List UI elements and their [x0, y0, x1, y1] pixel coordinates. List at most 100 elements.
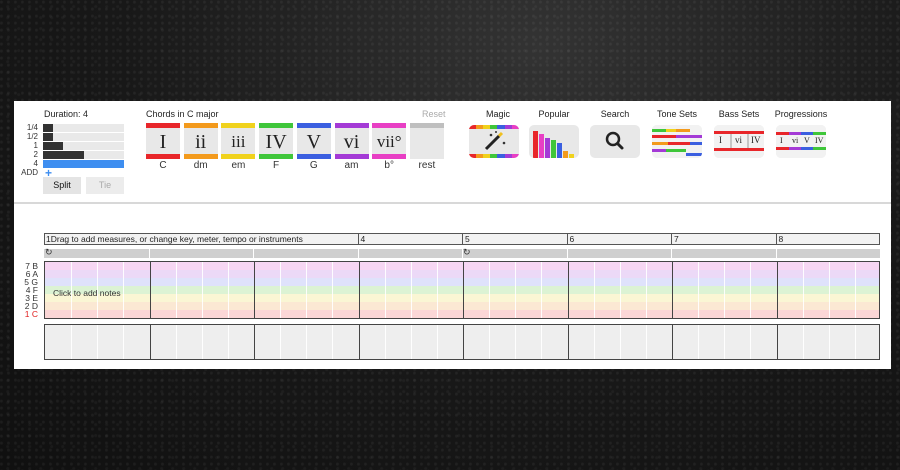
measure-cell[interactable]: 8	[775, 234, 882, 244]
duration-option[interactable]: 1/4	[14, 123, 124, 132]
beat-line	[593, 262, 595, 318]
chord-stripe-top	[221, 123, 256, 128]
beat-line	[854, 325, 856, 359]
chord-numeral: ii	[195, 131, 207, 153]
chord-name: b°	[384, 160, 394, 171]
beat-line	[201, 325, 203, 359]
duration-title: Duration: 4	[44, 109, 89, 119]
beat-line	[410, 325, 412, 359]
loop-divider	[253, 249, 254, 258]
magic-label: Magic	[485, 109, 510, 119]
note-lane[interactable]	[45, 286, 879, 294]
loop-bar[interactable]: ↻ ↻	[44, 247, 880, 258]
split-button[interactable]: Split	[43, 177, 81, 194]
beat-line	[854, 262, 856, 318]
beat-line	[724, 262, 726, 318]
composer-panel: Duration: 4 1/4 1/2 1 2 4 ADD + Split Tie Chor…	[14, 101, 891, 369]
duration-option[interactable]: 1	[14, 141, 124, 150]
chord-button[interactable]: IV	[259, 123, 294, 159]
chord-button[interactable]	[409, 123, 444, 159]
measure-cell[interactable]: 4	[357, 234, 464, 244]
tone-sets-button[interactable]	[652, 125, 702, 158]
beat-line	[515, 325, 517, 359]
toolbar-divider	[14, 202, 891, 204]
beat-line	[332, 325, 334, 359]
chord-name: G	[309, 160, 318, 171]
bass-sets-label: Bass Sets	[718, 109, 760, 119]
note-lane[interactable]	[45, 302, 879, 310]
measure-cell[interactable]: 7	[671, 234, 777, 244]
chords-title: Chords in C major	[146, 109, 219, 119]
chord-button[interactable]: ii	[183, 123, 218, 159]
chord-button[interactable]: iii	[221, 123, 256, 159]
note-lane[interactable]	[45, 294, 879, 302]
chord-stripe-top	[259, 123, 294, 128]
bass-sets-button[interactable]: I vi IV	[714, 125, 764, 158]
chord-button[interactable]: I	[146, 123, 180, 159]
measure-cell[interactable]: 1Drag to add measures, or change key, me…	[44, 234, 358, 244]
note-label: 1 C	[24, 309, 38, 319]
chord-name: am	[344, 160, 359, 171]
loop-divider	[775, 249, 777, 258]
loop-divider	[357, 249, 359, 258]
beat-line	[724, 325, 726, 359]
beat-line	[123, 262, 125, 318]
beat-line	[227, 262, 229, 318]
magic-button[interactable]	[469, 125, 519, 158]
beat-line	[175, 325, 177, 359]
progressions-button[interactable]: I vi V IV	[776, 125, 826, 158]
reset-button[interactable]: Reset	[422, 109, 446, 119]
beat-line	[750, 262, 752, 318]
loop-icon[interactable]: ↻	[463, 247, 471, 258]
measure-cell[interactable]: 5	[462, 234, 568, 244]
note-lane[interactable]	[45, 278, 879, 286]
beat-line	[828, 262, 830, 318]
popular-button[interactable]	[529, 125, 579, 158]
progressions-label: Progressions	[774, 109, 828, 119]
duration-option[interactable]: 1/2	[14, 132, 124, 141]
prog-preview-2: vi	[792, 136, 799, 145]
measure-line	[776, 262, 778, 318]
note-lane[interactable]	[45, 310, 879, 318]
measure-line	[149, 262, 151, 318]
chord-name: dm	[193, 160, 208, 171]
beat-line	[802, 262, 804, 318]
search-button[interactable]	[590, 125, 640, 158]
measure-header[interactable]: 1Drag to add measures, or change key, me…	[44, 233, 880, 245]
measure-line	[149, 325, 151, 359]
beat-line	[541, 262, 543, 318]
bar-chart-icon	[533, 131, 574, 158]
note-lane[interactable]	[45, 262, 879, 270]
duration-option[interactable]: ADD +	[14, 166, 124, 180]
bass-track[interactable]	[44, 324, 880, 360]
chord-numeral: vi	[343, 131, 360, 153]
click-to-add-hint: Click to add notes	[53, 288, 121, 298]
loop-icon[interactable]: ↻	[45, 247, 53, 258]
beat-line	[619, 325, 621, 359]
beat-line	[541, 325, 543, 359]
note-lane[interactable]	[45, 270, 879, 278]
loop-divider	[148, 249, 150, 258]
beat-line	[828, 325, 830, 359]
chord-stripe-top	[334, 123, 369, 128]
chord-stripe-top	[372, 123, 407, 128]
beat-line	[332, 262, 334, 318]
chord-stripe-top	[183, 123, 218, 128]
loop-divider	[462, 249, 463, 258]
duration-option[interactable]: 4	[14, 159, 124, 168]
prog-preview-4: IV	[815, 136, 824, 145]
tie-button[interactable]: Tie	[86, 177, 124, 194]
measure-line	[567, 325, 569, 359]
search-icon	[605, 131, 624, 150]
loop-divider	[566, 249, 568, 258]
measure-cell[interactable]: 6	[566, 234, 673, 244]
beat-line	[802, 325, 804, 359]
duration-track	[43, 124, 124, 132]
beat-line	[619, 262, 621, 318]
piano-roll[interactable]: Click to add notes	[44, 261, 880, 319]
chord-button[interactable]: vii°	[372, 123, 407, 159]
chord-button[interactable]: vi	[334, 123, 369, 159]
duration-option[interactable]: 2	[14, 150, 124, 159]
chord-button[interactable]: V	[296, 123, 331, 159]
measure-line	[358, 325, 360, 359]
